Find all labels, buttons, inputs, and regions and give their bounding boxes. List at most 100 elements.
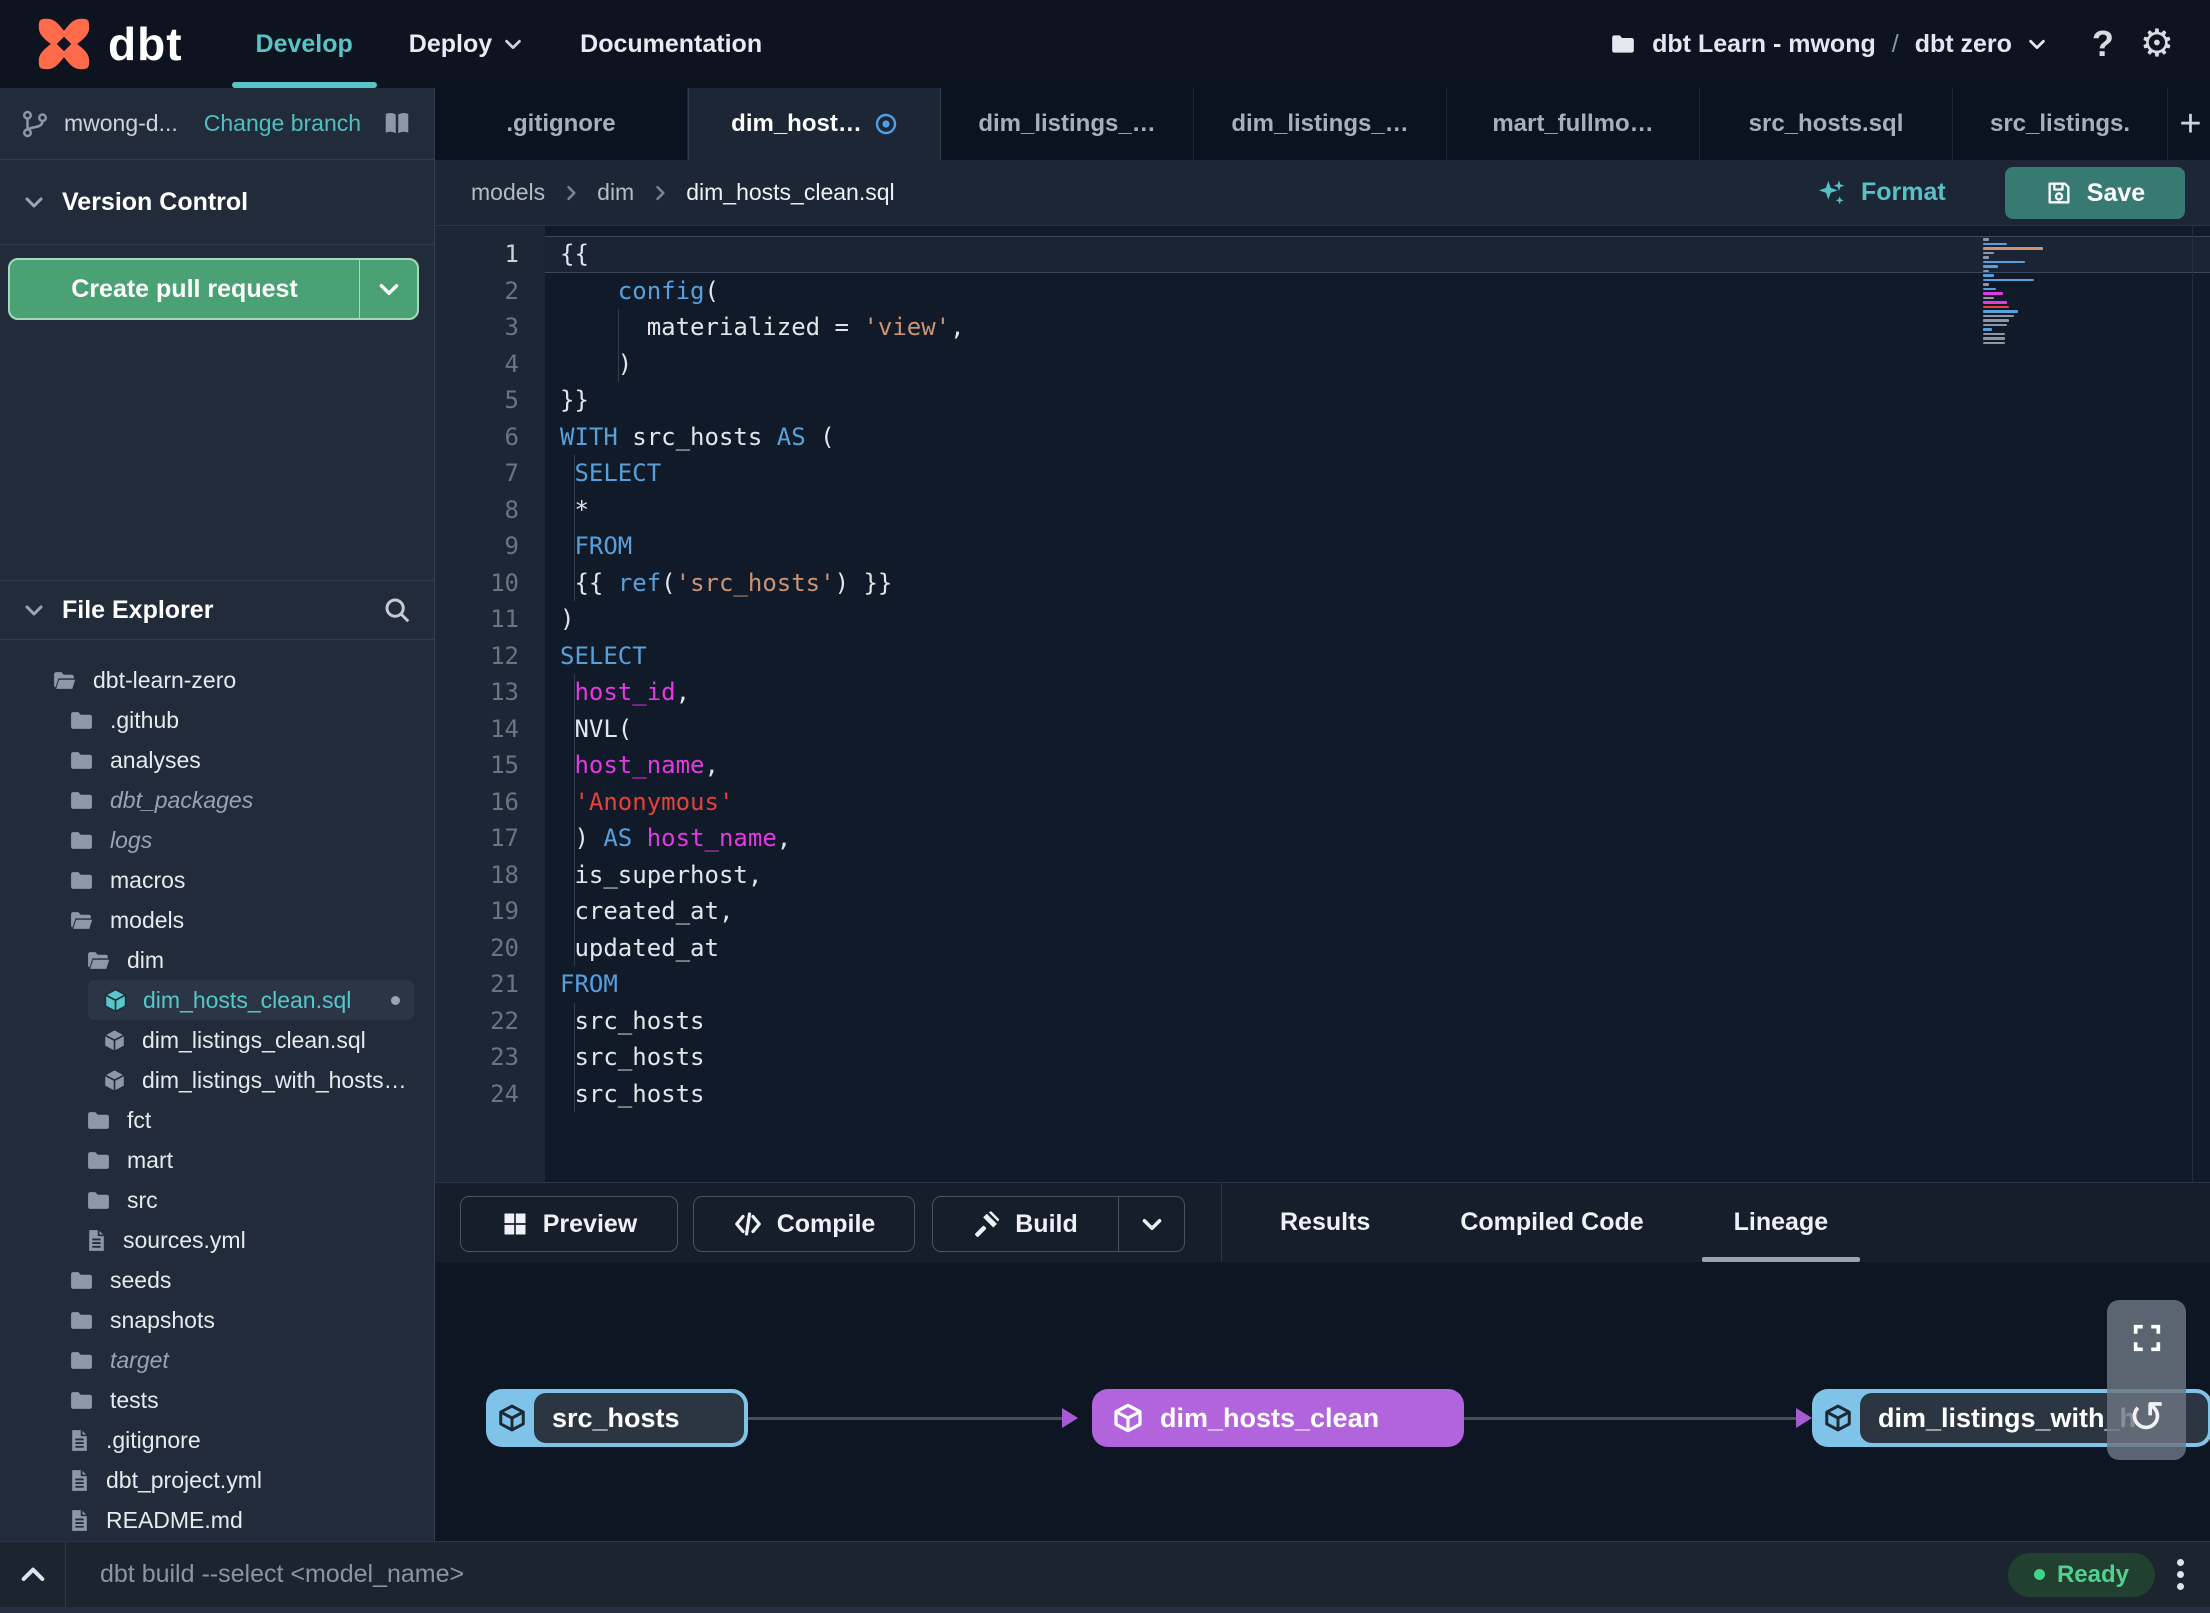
docs-book-icon[interactable]: [380, 109, 414, 139]
code-line[interactable]: FROM: [545, 528, 2210, 565]
file-label: mart: [127, 1146, 173, 1173]
editor-tab-src-listings[interactable]: src_listings.: [1953, 88, 2168, 160]
code-line[interactable]: ): [545, 345, 2210, 382]
lineage-node-src-hosts[interactable]: src_hosts: [486, 1389, 748, 1447]
version-control-title: Version Control: [62, 187, 249, 216]
file-dbt-packages[interactable]: dbt_packages: [0, 780, 434, 820]
tab-label: src_hosts.sql: [1748, 110, 1904, 137]
version-control-header[interactable]: Version Control: [0, 160, 434, 245]
code-line[interactable]: ): [545, 601, 2210, 638]
collapse-panel-button[interactable]: [0, 1542, 66, 1607]
tab-lineage[interactable]: Lineage: [1694, 1183, 1868, 1262]
code-line[interactable]: updated_at: [545, 929, 2210, 966]
kebab-menu-icon[interactable]: [2177, 1559, 2184, 1590]
project-separator: /: [1891, 29, 1899, 58]
file-dbt-learn-zero[interactable]: dbt-learn-zero: [0, 660, 434, 700]
file-analyses[interactable]: analyses: [0, 740, 434, 780]
editor-tab-dim-listings[interactable]: dim_listings_…: [1194, 88, 1447, 160]
code-line[interactable]: *: [545, 491, 2210, 528]
minimap[interactable]: [1983, 238, 2045, 346]
lineage-node-dim-hosts-clean[interactable]: dim_hosts_clean: [1092, 1389, 1464, 1447]
nav-documentation[interactable]: Documentation: [552, 0, 790, 88]
file-label: dim_listings_clean.sql: [142, 1026, 366, 1053]
editor-tab-dim-listings[interactable]: dim_listings_…: [941, 88, 1194, 160]
editor-tab-gitignore[interactable]: .gitignore: [435, 88, 688, 160]
editor-scrollbar[interactable]: [2192, 226, 2193, 1182]
nav-right: dbt Learn - mwong / dbt zero ? ⚙: [1608, 23, 2174, 65]
file-gitignore[interactable]: .gitignore: [0, 1420, 434, 1460]
code-line[interactable]: src_hosts: [545, 1039, 2210, 1076]
breadcrumb-dim[interactable]: dim: [597, 179, 634, 206]
refresh-icon[interactable]: ↺: [2128, 1395, 2165, 1440]
search-icon[interactable]: [382, 595, 412, 625]
tab-compiled-code[interactable]: Compiled Code: [1420, 1183, 1683, 1262]
nav-develop[interactable]: Develop: [228, 0, 381, 88]
code-line[interactable]: host_id,: [545, 674, 2210, 711]
command-prompt[interactable]: dbt build --select <model_name>: [100, 1560, 464, 1589]
tab-results[interactable]: Results: [1240, 1183, 1410, 1262]
file-sources-yml[interactable]: sources.yml: [0, 1220, 434, 1260]
nav-deploy[interactable]: Deploy: [381, 0, 552, 88]
code-brackets-icon: [734, 1212, 761, 1236]
editor-tab-mart-fullmo[interactable]: mart_fullmo…: [1447, 88, 1700, 160]
code-line[interactable]: SELECT: [545, 455, 2210, 492]
file-macros[interactable]: macros: [0, 860, 434, 900]
code-line[interactable]: is_superhost,: [545, 856, 2210, 893]
file-github[interactable]: .github: [0, 700, 434, 740]
code-line[interactable]: NVL(: [545, 710, 2210, 747]
help-button[interactable]: ?: [2092, 23, 2114, 65]
code-line[interactable]: created_at,: [545, 893, 2210, 930]
save-button[interactable]: Save: [2005, 167, 2185, 219]
file-seeds[interactable]: seeds: [0, 1260, 434, 1300]
file-snapshots[interactable]: snapshots: [0, 1300, 434, 1340]
code-line[interactable]: src_hosts: [545, 1075, 2210, 1112]
code-line[interactable]: src_hosts: [545, 1002, 2210, 1039]
file-tests[interactable]: tests: [0, 1380, 434, 1420]
new-tab-button[interactable]: +: [2168, 88, 2210, 160]
file-mart[interactable]: mart: [0, 1140, 434, 1180]
file-label: dim_hosts_clean.sql: [143, 986, 352, 1013]
code-line[interactable]: WITH src_hosts AS (: [545, 419, 2210, 456]
project-selector[interactable]: dbt Learn - mwong / dbt zero: [1608, 30, 2048, 59]
breadcrumb-models[interactable]: models: [471, 179, 545, 206]
lineage-panel[interactable]: src_hosts dim_hosts_clean dim_listings_w…: [435, 1262, 2210, 1541]
build-dropdown[interactable]: [1118, 1197, 1184, 1251]
file-dim-hosts-clean-sql[interactable]: dim_hosts_clean.sql: [88, 980, 414, 1020]
file-target[interactable]: target: [0, 1340, 434, 1380]
code-line[interactable]: {{: [545, 236, 2210, 273]
file-explorer-header[interactable]: File Explorer: [0, 580, 434, 640]
code-line[interactable]: }}: [545, 382, 2210, 419]
code-line[interactable]: SELECT: [545, 638, 2210, 675]
file-fct[interactable]: fct: [0, 1100, 434, 1140]
preview-button[interactable]: Preview: [460, 1196, 678, 1252]
line-number: 6: [504, 422, 519, 451]
code-line[interactable]: FROM: [545, 966, 2210, 1003]
code-line[interactable]: materialized = 'view',: [545, 309, 2210, 346]
file-src[interactable]: src: [0, 1180, 434, 1220]
compile-button[interactable]: Compile: [693, 1196, 915, 1252]
file-dbt-project-yml[interactable]: dbt_project.yml: [0, 1460, 434, 1500]
dbt-brand[interactable]: dbt: [34, 14, 183, 74]
format-button[interactable]: Format: [1815, 160, 1946, 225]
code-line[interactable]: ) AS host_name,: [545, 820, 2210, 857]
file-dim-listings-with-hosts[interactable]: dim_listings_with_hosts…: [0, 1060, 434, 1100]
file-dim-listings-clean-sql[interactable]: dim_listings_clean.sql: [0, 1020, 434, 1060]
file-dim[interactable]: dim: [0, 940, 434, 980]
change-branch-link[interactable]: Change branch: [204, 110, 361, 137]
code-editor[interactable]: 1 2 3 4 5 6 7 8 9 10 11 12 13 14 15 16 17 18 19 20 21 22 23 24 …: [435, 225, 2210, 1182]
code-line[interactable]: config(: [545, 273, 2210, 310]
settings-gear-icon[interactable]: ⚙: [2140, 25, 2174, 63]
code-line[interactable]: host_name,: [545, 747, 2210, 784]
create-pull-request-button[interactable]: Create pull request: [8, 258, 419, 320]
code-line[interactable]: 'Anonymous': [545, 783, 2210, 820]
build-button[interactable]: Build: [933, 1197, 1118, 1251]
file-logs[interactable]: logs: [0, 820, 434, 860]
code-area[interactable]: {{ config( materialized = 'view', )}} WIT…: [545, 236, 2210, 1182]
editor-tab-dim-host[interactable]: dim_host…: [688, 88, 941, 160]
file-models[interactable]: models: [0, 900, 434, 940]
editor-tab-src-hosts-sql[interactable]: src_hosts.sql: [1700, 88, 1953, 160]
code-line[interactable]: {{ ref('src_hosts') }}: [545, 564, 2210, 601]
fullscreen-icon[interactable]: [2130, 1321, 2164, 1355]
file-readme-md[interactable]: README.md: [0, 1500, 434, 1540]
pull-request-dropdown[interactable]: [359, 260, 417, 318]
